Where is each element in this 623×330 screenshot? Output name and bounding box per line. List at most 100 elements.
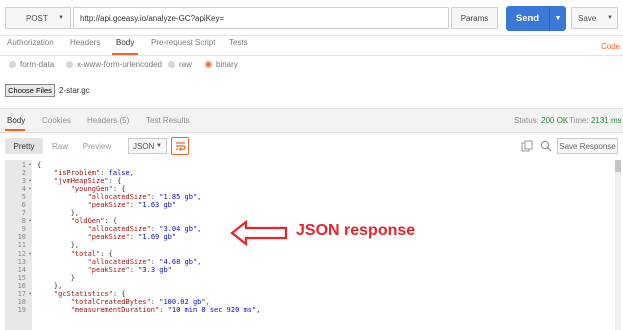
fold-toggle-icon[interactable]: ▾ — [26, 290, 34, 298]
url-input[interactable]: http://api.gceasy.io/analyze-GC?apiKey= — [73, 7, 449, 29]
code-line: 15 } — [5, 274, 615, 282]
code-line: 3 ▾ "jvmHeapSize": { — [5, 177, 615, 185]
code-line: 7 }, — [5, 209, 615, 217]
save-button[interactable]: Save ▼ — [571, 7, 618, 29]
line-number: 5 — [21, 193, 26, 202]
line-number: 17 — [17, 289, 26, 298]
response-tab-headers[interactable]: Headers (5) — [87, 116, 129, 125]
response-tab-cookies[interactable]: Cookies — [42, 116, 71, 125]
chevron-down-icon[interactable]: ▼ — [607, 15, 613, 21]
radio-label: form-data — [20, 60, 55, 69]
code-text: }, — [34, 209, 79, 217]
fold-toggle-icon[interactable]: ▾ — [26, 177, 34, 185]
tab-pre-request-script[interactable]: Pre-request Script — [151, 38, 215, 47]
active-response-tab-indicator — [5, 129, 25, 131]
tab-body[interactable]: Body — [116, 38, 134, 47]
file-name: 2-star.gc — [59, 86, 90, 95]
radio-raw[interactable]: raw — [168, 60, 192, 69]
send-button[interactable]: Send ▼ — [506, 6, 566, 31]
code-line: 16 }, — [5, 282, 615, 290]
line-number: 8 — [21, 217, 26, 226]
radio-form-data[interactable]: form-data — [9, 60, 54, 69]
json-punctuation — [37, 217, 71, 225]
code-text: "total": { — [34, 250, 113, 258]
json-punctuation: , — [256, 305, 261, 314]
radio-dot — [66, 61, 73, 68]
json-punctuation: , — [197, 225, 202, 234]
json-key: "isProblem" — [53, 169, 101, 178]
save-response-button[interactable]: Save Response — [557, 138, 618, 154]
line-number: 19 — [17, 305, 26, 314]
code-text: "isProblem": false, — [34, 169, 134, 177]
code-text: "peakSize": "1.63 gb" — [34, 201, 177, 210]
json-punctuation — [37, 250, 71, 258]
red-arrow-icon — [230, 220, 288, 246]
radio-x-www-form-urlencoded[interactable]: x-www-form-urlencoded — [66, 60, 162, 69]
response-tab-body[interactable]: Body — [7, 116, 25, 125]
json-string: "1.69 gb" — [138, 233, 177, 242]
time-label: Time: — [569, 116, 589, 125]
fold-toggle-icon[interactable]: ▾ — [26, 185, 34, 193]
code-text: "jvmHeapSize": { — [34, 177, 121, 185]
fold-toggle-icon[interactable]: ▾ — [26, 217, 34, 225]
format-select[interactable]: JSON ▼ — [128, 138, 167, 154]
code-link[interactable]: Code — [601, 42, 620, 51]
json-literal: false — [108, 169, 130, 178]
code-text: } — [34, 274, 75, 282]
code-text: "allocatedSize": "3.04 gb", — [34, 225, 202, 234]
radio-binary[interactable]: binary — [205, 60, 238, 69]
code-line: 5 "allocatedSize": "1.85 gb", — [5, 193, 615, 201]
radio-label: raw — [179, 60, 192, 69]
scrollbar-thumb[interactable] — [615, 160, 621, 172]
json-punctuation — [37, 193, 88, 201]
fold-toggle-icon[interactable]: ▾ — [26, 250, 34, 258]
json-punctuation — [37, 185, 71, 193]
fold-toggle-icon[interactable]: ▾ — [26, 161, 34, 169]
json-key: "peakSize" — [87, 233, 130, 242]
params-button[interactable]: Params — [451, 7, 498, 29]
response-tab-test-results[interactable]: Test Results — [146, 116, 190, 125]
tab-authorization[interactable]: Authorization — [7, 38, 54, 47]
json-punctuation: } — [37, 273, 75, 282]
choose-files-label: Choose Files — [8, 86, 52, 95]
line-number: 18 — [17, 297, 26, 306]
wrap-lines-button[interactable] — [171, 137, 189, 155]
json-string: "3.04 gb" — [159, 225, 198, 234]
json-string: "1.63 gb" — [138, 201, 177, 210]
line-number: 13 — [17, 257, 26, 266]
status-label: Status: — [514, 116, 539, 125]
choose-files-button[interactable]: Choose Files — [5, 84, 55, 97]
tab-tests[interactable]: Tests — [229, 38, 248, 47]
line-number: 6 — [21, 201, 26, 210]
vertical-scrollbar[interactable] — [615, 160, 621, 330]
preview-button[interactable]: Preview — [81, 138, 113, 154]
line-number: 16 — [17, 281, 26, 290]
code-text: "peakSize": "3.3 gb" — [34, 266, 172, 274]
search-icon[interactable] — [540, 140, 552, 154]
json-punctuation — [37, 201, 88, 209]
send-options-chevron-icon[interactable]: ▼ — [550, 15, 566, 22]
radio-dot — [9, 61, 16, 68]
code-text: "measurementDuration": "10 min 8 sec 920… — [34, 305, 261, 314]
tab-headers[interactable]: Headers — [70, 38, 100, 47]
json-punctuation: : — [150, 193, 160, 202]
json-key: "peakSize" — [87, 201, 130, 210]
code-line: 14 "peakSize": "3.3 gb" — [5, 266, 615, 274]
code-line: 18 "totalCreatedBytes": "100.02 gb", — [5, 298, 615, 306]
copy-icon[interactable] — [521, 140, 533, 154]
json-punctuation: , — [197, 257, 202, 266]
time-readout: Time: 2131 ms — [569, 116, 622, 125]
method-select[interactable]: POST ▼ — [5, 7, 71, 29]
json-key: "allocatedSize" — [87, 257, 151, 266]
pretty-button[interactable]: Pretty — [5, 138, 43, 154]
raw-button[interactable]: Raw — [48, 138, 72, 154]
code-line: 6 "peakSize": "1.63 gb" — [5, 201, 615, 209]
json-punctuation: : — [150, 297, 160, 306]
